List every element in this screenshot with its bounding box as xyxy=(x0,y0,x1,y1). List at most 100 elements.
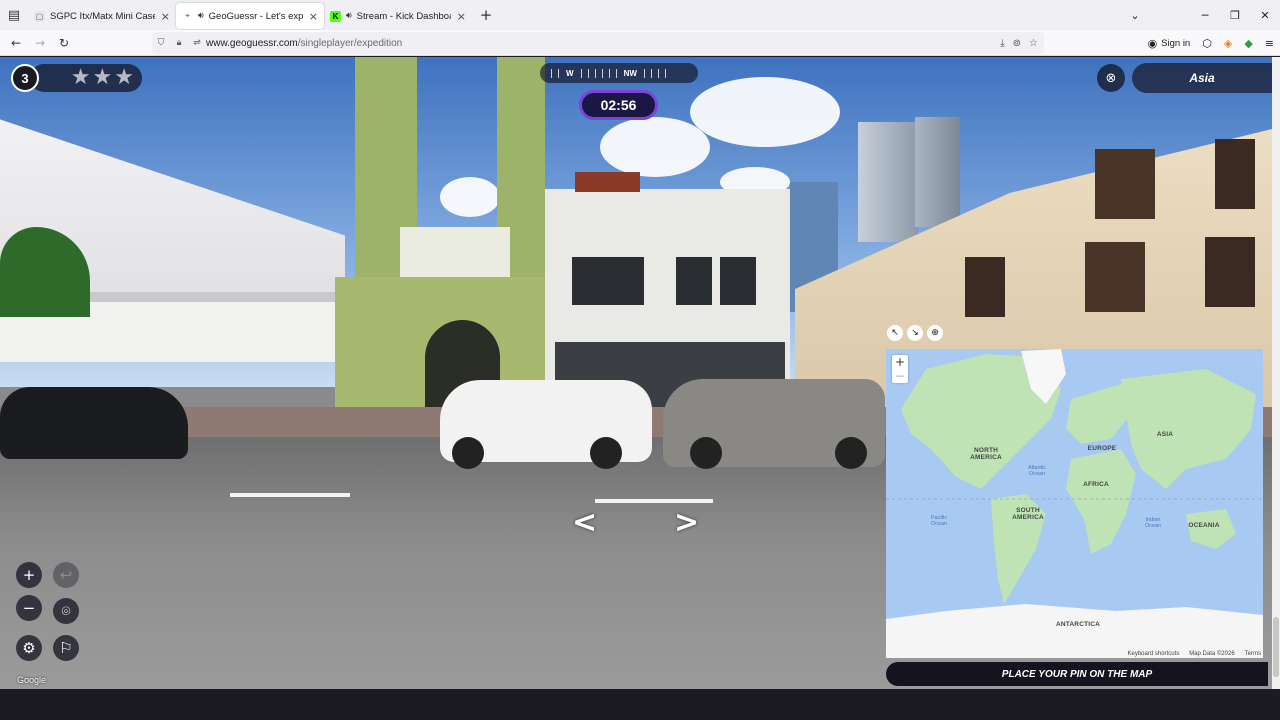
tab-sgpc-case[interactable]: ▢ SGPC Itx/Matx Mini Case K88 Lite (S × xyxy=(28,3,176,29)
continent-label: ASIA xyxy=(1156,431,1174,438)
forward-arrow-icon[interactable]: → xyxy=(28,36,52,50)
compass-label-nw: NW xyxy=(623,68,637,78)
audio-playing-icon[interactable]: 🔊︎ xyxy=(346,11,352,21)
reader-icon[interactable]: ⊚ xyxy=(1013,38,1021,49)
ocean-label: Indian Ocean xyxy=(1144,517,1162,529)
address-bar[interactable]: ⛉ 🔒︎ ⇌ www.geoguessr.com/singleplayer/ex… xyxy=(152,32,1044,54)
extension-addon-icon[interactable]: ◈ xyxy=(1224,37,1232,50)
tab-overflow-chevron-icon[interactable]: ⌄ xyxy=(1120,9,1150,22)
google-logo: Google xyxy=(17,675,47,685)
audio-playing-icon[interactable]: 🔊︎ xyxy=(198,11,204,21)
settings-gear-icon[interactable]: ⚙ xyxy=(16,635,42,661)
ocean-label: Pacific Ocean xyxy=(930,515,948,527)
save-page-icon[interactable]: ⤓ xyxy=(1000,38,1004,49)
guess-map[interactable]: + − NORTH AMERICA SOUTH AMERICA EUROPE A… xyxy=(886,349,1263,658)
compass-bar: W NW xyxy=(540,63,698,83)
world-map-shapes xyxy=(886,349,1263,658)
lane-marking xyxy=(230,493,350,497)
kick-icon: K xyxy=(330,10,341,22)
terms-link[interactable]: Terms xyxy=(1245,651,1261,657)
street-view-panorama[interactable]: < > ★ ★ ★ 3 W NW 02:56 ⊗ Asia + ↩ − ⌾ ⚙ … xyxy=(0,57,1272,689)
cloud xyxy=(690,77,840,147)
map-data-credit: Map Data ©2026 xyxy=(1189,651,1235,657)
sign-in-label: Sign in xyxy=(1161,37,1191,49)
close-tab-icon[interactable]: × xyxy=(309,10,318,23)
back-arrow-icon[interactable]: ← xyxy=(4,36,28,50)
scrollbar-thumb[interactable] xyxy=(1273,617,1279,677)
new-tab-button[interactable]: + xyxy=(472,6,500,24)
continent-label: SOUTH AMERICA xyxy=(1012,507,1044,521)
map-size-controls: ↖ ↘ ⊕ xyxy=(887,325,943,341)
url-path: /singleplayer/expedition xyxy=(297,37,403,49)
bookmark-star-icon[interactable]: ☆ xyxy=(1029,38,1038,49)
region-label: Asia xyxy=(1132,63,1272,93)
close-tab-icon[interactable]: × xyxy=(161,10,170,23)
geoguessr-pin-icon: ⌖ xyxy=(185,11,190,20)
move-right-arrow-icon[interactable]: > xyxy=(674,505,699,540)
reload-icon[interactable]: ↻ xyxy=(52,36,76,50)
toolbar-right: ◉ Sign in ⬡ ◈ ◆ ≡ xyxy=(1148,30,1274,56)
star-icon: ★ xyxy=(70,65,91,90)
tab-title: SGPC Itx/Matx Mini Case K88 Lite (S xyxy=(50,10,155,22)
zoom-out-button[interactable]: − xyxy=(16,595,42,621)
map-enlarge-icon[interactable]: ↖ xyxy=(887,325,903,341)
map-zoom-in-button[interactable]: + xyxy=(892,355,908,369)
sign-in-button[interactable]: ◉ Sign in xyxy=(1148,37,1191,50)
map-shrink-icon[interactable]: ↘ xyxy=(907,325,923,341)
window xyxy=(608,257,644,305)
place-pin-button[interactable]: PLACE YOUR PIN ON THE MAP xyxy=(886,662,1268,686)
map-zoom-out-button[interactable]: − xyxy=(892,369,908,383)
star-icon: ★ xyxy=(114,65,134,90)
extensions-icon[interactable]: ⬡ xyxy=(1202,37,1212,50)
return-to-start-pin-icon[interactable]: ⌾ xyxy=(53,598,79,624)
zoom-in-button[interactable]: + xyxy=(16,562,42,588)
minimize-icon[interactable]: ─ xyxy=(1190,9,1220,22)
skyscraper xyxy=(858,122,918,242)
continent-label: ANTARCTICA xyxy=(1055,621,1101,628)
window xyxy=(572,257,608,305)
tab-title: GeoGuessr - Let's explore th xyxy=(208,10,303,22)
map-zoom-controls: + − xyxy=(892,355,908,383)
extension-green-icon[interactable]: ◆ xyxy=(1244,37,1252,50)
permissions-icon[interactable]: ⇌ xyxy=(188,38,206,48)
window xyxy=(676,257,712,305)
continent-label: EUROPE xyxy=(1087,445,1117,452)
close-window-icon[interactable]: ✕ xyxy=(1250,9,1280,22)
browser-nav-bar: ← → ↻ ⛉ 🔒︎ ⇌ www.geoguessr.com/singlepla… xyxy=(0,30,1280,56)
ocean-label: Atlantic Ocean xyxy=(1027,465,1047,477)
keyboard-shortcuts-link[interactable]: Keyboard shortcuts xyxy=(1128,651,1180,657)
chimney xyxy=(575,172,640,192)
streamer-mode-icon[interactable]: ⊗ xyxy=(1097,64,1125,92)
checkpoint-flag-icon[interactable]: ⚐ xyxy=(53,635,79,661)
lock-icon[interactable]: 🔒︎ xyxy=(170,38,188,48)
lane-marking xyxy=(595,499,713,503)
continent-label: OCEANIA xyxy=(1188,522,1220,529)
round-timer: 02:56 xyxy=(579,90,658,120)
tab-list-icon[interactable]: ▤ xyxy=(0,0,28,30)
tab-kick-dashboard[interactable]: K 🔊︎ Stream - Kick Dashboard × xyxy=(324,3,472,29)
window xyxy=(720,257,756,305)
window-controls: ⌄ ─ ❐ ✕ xyxy=(1120,0,1280,30)
round-counter: 3 xyxy=(11,64,39,92)
tab-title: Stream - Kick Dashboard xyxy=(356,10,451,22)
move-left-arrow-icon[interactable]: < xyxy=(572,505,597,540)
restore-icon[interactable]: ❐ xyxy=(1220,9,1250,22)
wheel xyxy=(690,437,722,469)
page-scrollbar[interactable] xyxy=(1272,57,1280,689)
menu-icon[interactable]: ≡ xyxy=(1265,37,1274,50)
map-pin-icon[interactable]: ⊕ xyxy=(927,325,943,341)
window xyxy=(965,257,1005,317)
black-sedan xyxy=(0,387,188,459)
undo-move-button[interactable]: ↩ xyxy=(53,562,79,588)
star-rating: ★ ★ ★ xyxy=(30,64,142,92)
cloud xyxy=(600,117,710,177)
close-tab-icon[interactable]: × xyxy=(457,10,466,23)
shield-icon[interactable]: ⛉ xyxy=(152,38,170,48)
star-icon: ★ xyxy=(92,65,113,90)
taskbar-area xyxy=(0,689,1280,720)
window xyxy=(1085,242,1145,312)
wheel xyxy=(452,437,484,469)
url-host: www.geoguessr.com xyxy=(206,37,298,49)
window xyxy=(1095,149,1155,219)
tab-geoguessr[interactable]: ⌖ 🔊︎ GeoGuessr - Let's explore th × xyxy=(176,3,324,29)
